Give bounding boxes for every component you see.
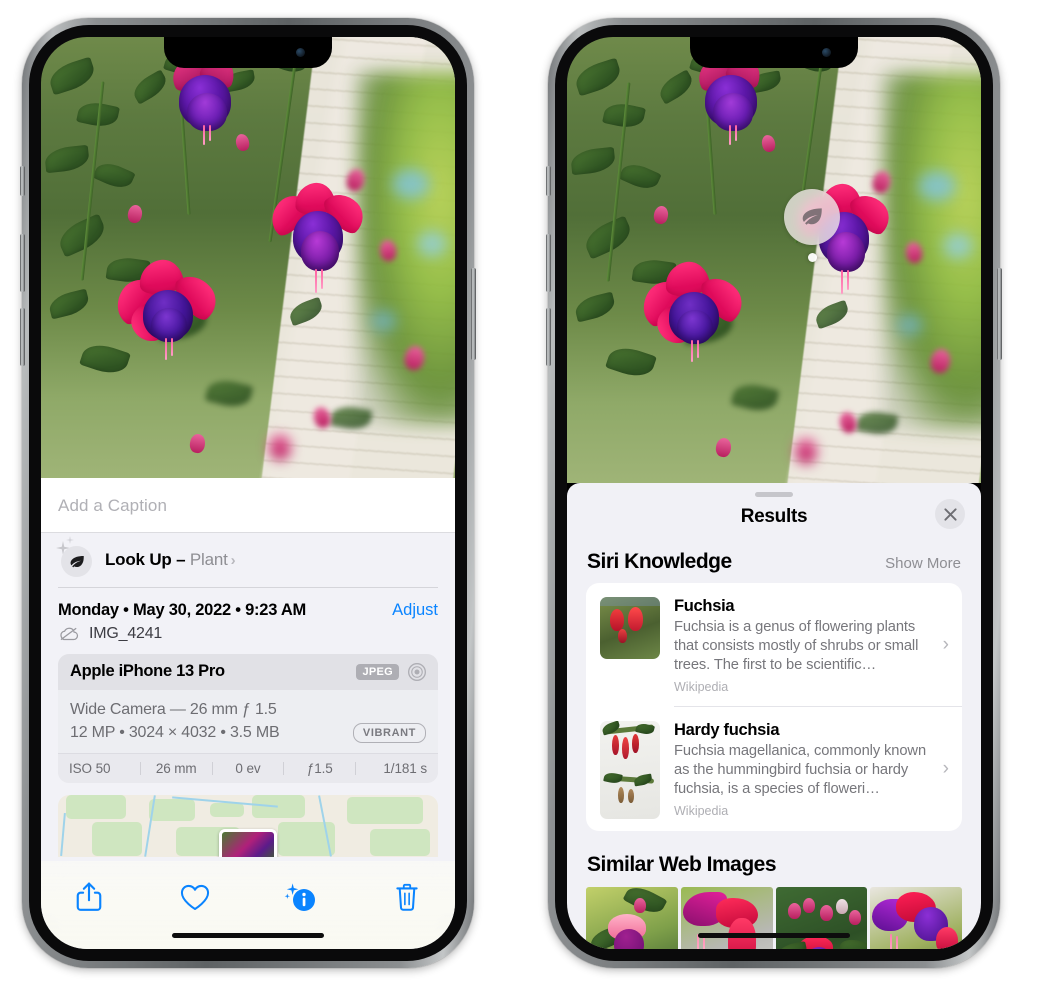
similar-web-images-row <box>567 886 981 949</box>
result-source: Wikipedia <box>674 680 729 694</box>
sparkle-small-icon <box>66 536 74 544</box>
icloud-slash-icon <box>60 627 79 640</box>
result-description: Fuchsia magellanica, commonly known as t… <box>674 742 927 797</box>
filename-row: IMG_4241 <box>41 622 455 654</box>
volume-down-button[interactable] <box>20 308 25 366</box>
map-photo-pin[interactable] <box>219 828 277 857</box>
screenshot-stage: Add a Caption Look Up – Plant › Monday •… <box>0 0 1055 985</box>
favorite-button[interactable] <box>173 875 217 919</box>
leaf-icon-circle <box>61 546 92 577</box>
exif-stat-iso: ISO 50 <box>69 760 111 776</box>
look-up-row[interactable]: Look Up – Plant › <box>41 533 455 587</box>
datetime-row: Monday • May 30, 2022 • 9:23 AM Adjust <box>41 588 455 622</box>
results-header: Results <box>567 497 981 529</box>
phone-screen-left: Add a Caption Look Up – Plant › Monday •… <box>41 37 455 949</box>
result-body: Hardy fuchsia Fuchsia magellanica, commo… <box>674 721 949 819</box>
size-line-row: 12 MP • 3024 × 4032 • 3.5 MB VIBRANT <box>70 721 426 745</box>
info-sparkle-icon <box>284 883 315 911</box>
leaf-icon <box>70 555 84 567</box>
caption-input[interactable]: Add a Caption <box>58 496 438 516</box>
siri-knowledge-header: Siri Knowledge Show More <box>567 528 981 583</box>
exif-stat-aperture: ƒ1.5 <box>306 760 333 776</box>
look-up-label: Look Up – Plant › <box>105 550 236 570</box>
exif-header-right: JPEG <box>356 662 427 682</box>
exif-stats-row: ISO 50 26 mm 0 ev ƒ1.5 1/181 s <box>58 752 438 783</box>
result-thumbnail <box>600 597 660 659</box>
silent-switch[interactable] <box>546 166 551 196</box>
delete-button[interactable] <box>385 875 429 919</box>
close-button[interactable] <box>935 499 965 529</box>
volume-up-button[interactable] <box>20 234 25 292</box>
knowledge-result-row[interactable]: Fuchsia Fuchsia is a genus of flowering … <box>586 583 962 706</box>
photographic-style-chip: VIBRANT <box>352 722 426 743</box>
similar-web-images-title: Similar Web Images <box>587 852 777 876</box>
web-image-thumbnail[interactable] <box>870 886 962 949</box>
look-up-icon-wrap <box>56 536 92 577</box>
aperture-icon <box>408 662 426 681</box>
home-indicator[interactable] <box>698 933 850 938</box>
lens-line: Wide Camera — 26 mm ƒ 1.5 <box>70 700 277 718</box>
location-map-card[interactable] <box>58 794 438 857</box>
result-title: Hardy fuchsia <box>674 720 780 739</box>
size-line: 12 MP • 3024 × 4032 • 3.5 MB <box>70 723 280 741</box>
exif-stat-shutter: 1/181 s <box>383 760 427 776</box>
exif-stat-ev: 0 ev <box>235 760 261 776</box>
close-icon <box>943 507 957 521</box>
siri-knowledge-title: Siri Knowledge <box>587 550 732 573</box>
home-indicator[interactable] <box>172 933 324 938</box>
exif-card: Apple iPhone 13 Pro JPEG Wide Camera — 2… <box>58 653 438 783</box>
phone-screen-right: Results Siri Knowledge Show More Fuchsia… <box>567 37 981 949</box>
chevron-right-icon: › <box>942 633 949 655</box>
web-image-thumbnail[interactable] <box>680 886 773 949</box>
look-up-subject: Plant <box>189 550 228 569</box>
look-up-prefix: Look Up – <box>105 550 190 569</box>
web-image-thumbnail[interactable] <box>775 886 868 949</box>
power-button[interactable] <box>997 268 1002 360</box>
photo-viewer[interactable] <box>41 37 455 478</box>
similar-web-images-header: Similar Web Images <box>567 831 981 887</box>
format-badge: JPEG <box>356 663 399 680</box>
siri-knowledge-card: Fuchsia Fuchsia is a genus of flowering … <box>586 583 962 831</box>
chevron-right-icon: › <box>942 757 949 779</box>
notch <box>164 37 332 68</box>
knowledge-result-row[interactable]: Hardy fuchsia Fuchsia magellanica, commo… <box>586 707 962 831</box>
volume-down-button[interactable] <box>546 308 551 366</box>
photo-filename: IMG_4241 <box>89 624 163 642</box>
front-camera-icon <box>296 48 305 57</box>
exif-body: Wide Camera — 26 mm ƒ 1.5 12 MP • 3024 ×… <box>58 689 438 753</box>
visual-look-up-results-sheet: Results Siri Knowledge Show More Fuchsia… <box>567 483 981 949</box>
device-name: Apple iPhone 13 Pro <box>70 662 225 680</box>
result-source: Wikipedia <box>674 803 729 818</box>
show-more-button[interactable]: Show More <box>885 555 961 572</box>
front-camera-icon <box>822 48 831 57</box>
caption-field-row[interactable]: Add a Caption <box>41 478 455 533</box>
web-image-thumbnail[interactable] <box>586 886 678 949</box>
share-button[interactable] <box>67 875 111 919</box>
iphone-right: Results Siri Knowledge Show More Fuchsia… <box>546 18 1002 968</box>
exif-stat-focal: 26 mm <box>155 760 197 776</box>
results-title: Results <box>740 506 808 527</box>
photo-viewer[interactable] <box>567 37 981 483</box>
info-button[interactable] <box>279 875 323 919</box>
visual-look-up-badge[interactable] <box>784 188 841 245</box>
heart-icon <box>180 884 210 910</box>
trash-icon <box>396 883 418 911</box>
leaf-icon <box>803 207 823 225</box>
chevron-right-icon: › <box>230 552 236 569</box>
result-title: Fuchsia <box>674 597 735 615</box>
result-description: Fuchsia is a genus of flowering plants t… <box>674 619 919 673</box>
iphone-left: Add a Caption Look Up – Plant › Monday •… <box>20 18 476 968</box>
exif-header: Apple iPhone 13 Pro JPEG <box>58 653 438 690</box>
photo-datetime: Monday • May 30, 2022 • 9:23 AM <box>58 600 307 619</box>
volume-up-button[interactable] <box>546 234 551 292</box>
power-button[interactable] <box>471 268 476 360</box>
share-icon <box>76 882 102 911</box>
result-thumbnail <box>600 720 660 819</box>
notch <box>690 37 858 68</box>
photo-info-sheet: Add a Caption Look Up – Plant › Monday •… <box>41 478 455 949</box>
adjust-button[interactable]: Adjust <box>392 601 438 620</box>
result-body: Fuchsia Fuchsia is a genus of flowering … <box>674 597 949 694</box>
silent-switch[interactable] <box>20 166 25 196</box>
